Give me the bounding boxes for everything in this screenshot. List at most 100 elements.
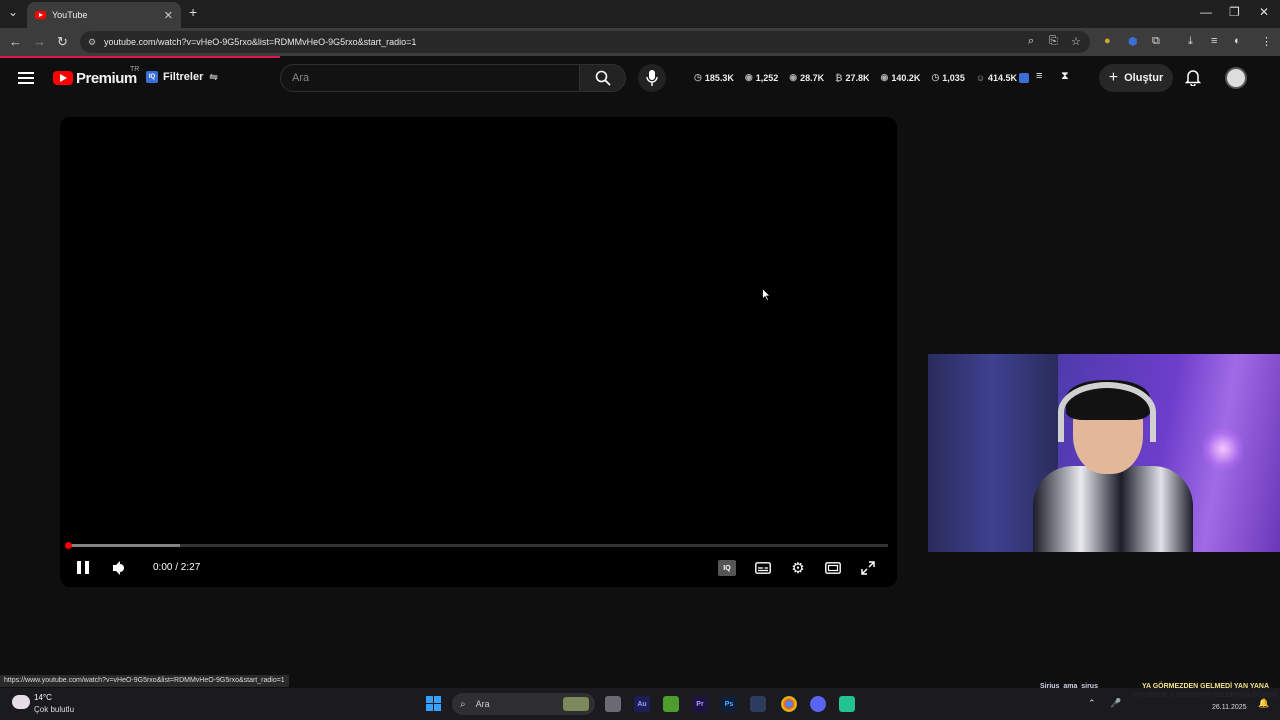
filters-sliders-icon: ⇋ (209, 71, 218, 83)
new-tab-button[interactable]: + (189, 4, 197, 20)
volume-button[interactable] (112, 560, 128, 576)
stat-item: ◉ 28.7K (789, 72, 825, 83)
streaming-app-icon[interactable] (839, 696, 855, 712)
notifications-bell-icon[interactable] (1184, 69, 1202, 89)
taskbar-search-icon: ⌕ (460, 698, 466, 710)
eye-icon: ◉ (744, 72, 753, 82)
weather-cloud-icon[interactable] (12, 695, 30, 709)
list-icon[interactable]: ≡ (1036, 70, 1042, 82)
hamburger-menu-icon[interactable] (18, 72, 34, 84)
minecraft-app-icon[interactable] (663, 696, 679, 712)
create-label: Oluştur (1124, 72, 1164, 84)
notification-center-icon[interactable]: 🔔 (1258, 698, 1269, 709)
task-view-icon[interactable] (605, 696, 621, 712)
settings-gear-icon[interactable]: ⚙ (789, 560, 807, 577)
photoshop-app-icon[interactable]: Ps (721, 696, 737, 712)
bookmark-star-icon[interactable]: ☆ (1071, 35, 1081, 48)
hourglass-icon[interactable]: ⧗ (1061, 70, 1069, 83)
clock-icon: ◷ (931, 72, 940, 82)
address-url: youtube.com/watch?v=vHeO-9G5rxo&list=RDM… (104, 37, 417, 47)
close-window-button[interactable]: ✕ (1259, 5, 1269, 19)
iq-stats-icon[interactable] (1019, 73, 1029, 83)
webcam-overlay (928, 354, 1280, 552)
stat-item: ◷ 1,035 (931, 72, 965, 83)
download-icon[interactable]: ⤓ (1188, 35, 1193, 48)
youtube-favicon-icon (35, 11, 46, 19)
time-display: 0:00 / 2:27 (153, 562, 201, 573)
plus-icon: + (1108, 69, 1119, 86)
minimize-button[interactable]: — (1200, 5, 1212, 19)
premiere-app-icon[interactable]: Pr (692, 696, 708, 712)
stat-item: ₿ 27.8K (835, 72, 870, 83)
tray-overflow-icon[interactable]: ⌃ (1088, 698, 1096, 709)
extension-shield-icon[interactable]: ⬢ (1128, 35, 1138, 48)
region-code: TR (130, 66, 140, 73)
discord-app-icon[interactable] (810, 696, 826, 712)
address-bar[interactable]: ⚙ youtube.com/watch?v=vHeO-9G5rxo&list=R… (80, 31, 1090, 53)
theater-mode-icon (825, 562, 841, 574)
video-player[interactable] (60, 117, 897, 587)
stat-item: ☺ 414.5K (975, 72, 1018, 83)
media-control-icon[interactable]: ≡ (1211, 35, 1217, 47)
webcam-lamp (1203, 424, 1243, 474)
fullscreen-exit-button[interactable] (859, 560, 877, 576)
extension-icon[interactable]: ● (1104, 35, 1111, 47)
install-app-icon[interactable]: ⎘ (1049, 35, 1058, 48)
iq-extension-icon: IQ (146, 71, 158, 83)
search-icon (595, 70, 611, 86)
tab-title: YouTube (52, 10, 88, 20)
progress-scrubber[interactable] (65, 542, 72, 549)
windows-start-icon[interactable] (426, 696, 441, 711)
search-input[interactable]: Ara (280, 64, 580, 92)
chrome-app-icon[interactable] (781, 696, 797, 712)
fullscreen-icon (861, 561, 875, 575)
profile-icon[interactable]: ◐ (1234, 35, 1241, 47)
logo-text[interactable]: Premium (76, 70, 137, 87)
extensions-puzzle-icon[interactable]: ⧉ (1152, 35, 1160, 48)
filters-button[interactable]: IQ Filtreler ⇋ (146, 71, 218, 83)
filters-label: Filtreler (163, 71, 204, 83)
mouse-cursor-icon (762, 288, 771, 301)
search-highlight-icon (563, 697, 589, 711)
zoom-icon[interactable]: ⌕ (1028, 35, 1034, 48)
back-icon[interactable]: ← (9, 34, 22, 49)
taskbar-search-label: Ara (475, 699, 490, 709)
progress-buffer (68, 544, 181, 547)
eye-icon: ◉ (880, 72, 889, 82)
progress-bar[interactable] (68, 544, 888, 547)
taskbar-search[interactable]: ⌕ Ara (452, 693, 595, 715)
stat-item: ◉ 1,252 (744, 72, 779, 83)
user-icon: ☺ (975, 72, 986, 83)
tab-search-icon[interactable]: ⌄ (8, 5, 18, 19)
search-placeholder: Ara (292, 72, 310, 84)
webcam-person-body (1033, 466, 1193, 552)
voice-search-button[interactable] (638, 64, 666, 92)
reload-icon[interactable]: ↻ (57, 34, 68, 50)
tray-mic-icon[interactable]: 🎤 (1110, 698, 1121, 709)
youtube-logo-icon[interactable] (53, 71, 73, 85)
iq-player-button[interactable]: IQ (718, 560, 736, 576)
coins-icon: ₿ (835, 72, 843, 83)
chrome-menu-icon[interactable]: ⋮ (1261, 35, 1272, 48)
toolbox-app-icon[interactable] (750, 696, 766, 712)
microphone-icon (646, 70, 658, 86)
create-button[interactable]: + Oluştur (1099, 64, 1173, 92)
subtitles-icon (755, 562, 771, 574)
taskbar-date[interactable]: 26.11.2025 (1212, 704, 1247, 711)
theater-mode-button[interactable] (824, 560, 842, 576)
audition-app-icon[interactable]: Au (634, 696, 650, 712)
weather-temperature[interactable]: 14°C (34, 693, 52, 702)
tab-close-icon[interactable]: ✕ (164, 9, 173, 22)
weather-description[interactable]: Çok bulutlu (34, 705, 74, 714)
account-avatar[interactable] (1225, 67, 1247, 89)
site-info-icon[interactable]: ⚙ (88, 37, 96, 48)
maximize-button[interactable]: ❐ (1229, 5, 1240, 19)
stat-item: ◷ 185.3K (694, 72, 734, 83)
pause-button[interactable] (77, 561, 89, 574)
eye-icon: ◉ (789, 72, 798, 82)
forward-icon[interactable]: → (33, 34, 46, 49)
volume-icon (113, 561, 124, 575)
subtitles-button[interactable] (754, 560, 772, 576)
search-button[interactable] (579, 64, 626, 92)
tab-youtube[interactable]: YouTube ✕ (27, 2, 181, 28)
